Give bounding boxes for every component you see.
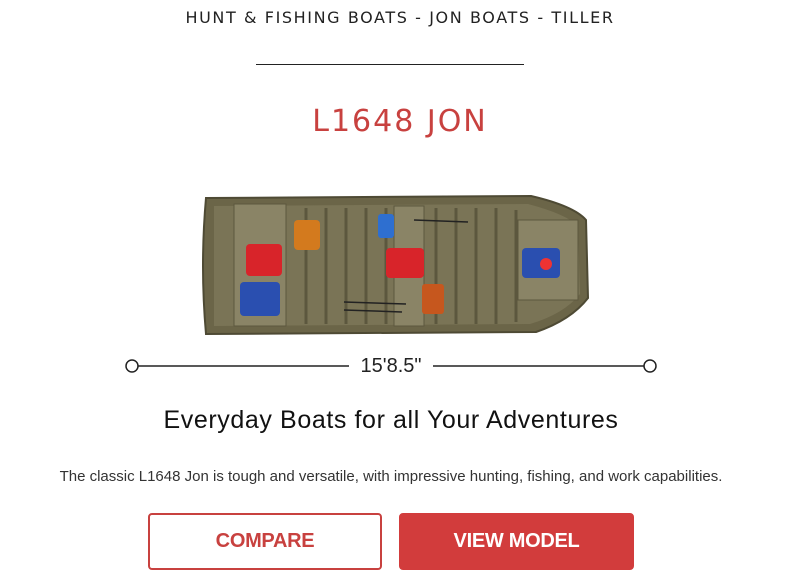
view-model-button[interactable]: VIEW MODEL	[399, 513, 634, 570]
model-title: L1648 JON	[312, 104, 488, 140]
boat-length-dimension: 15'8.5"	[124, 352, 658, 380]
title-divider	[256, 64, 524, 65]
length-label-wrap: 15'8.5"	[124, 352, 658, 380]
tagline: Everyday Boats for all Your Adventures	[163, 406, 619, 434]
model-description: The classic L1648 Jon is tough and versa…	[59, 468, 723, 485]
breadcrumb: HUNT & FISHING BOATS - JON BOATS - TILLE…	[185, 8, 615, 27]
boat-image	[202, 194, 590, 336]
compare-button[interactable]: COMPARE	[148, 513, 382, 570]
length-value: 15'8.5"	[348, 355, 434, 377]
